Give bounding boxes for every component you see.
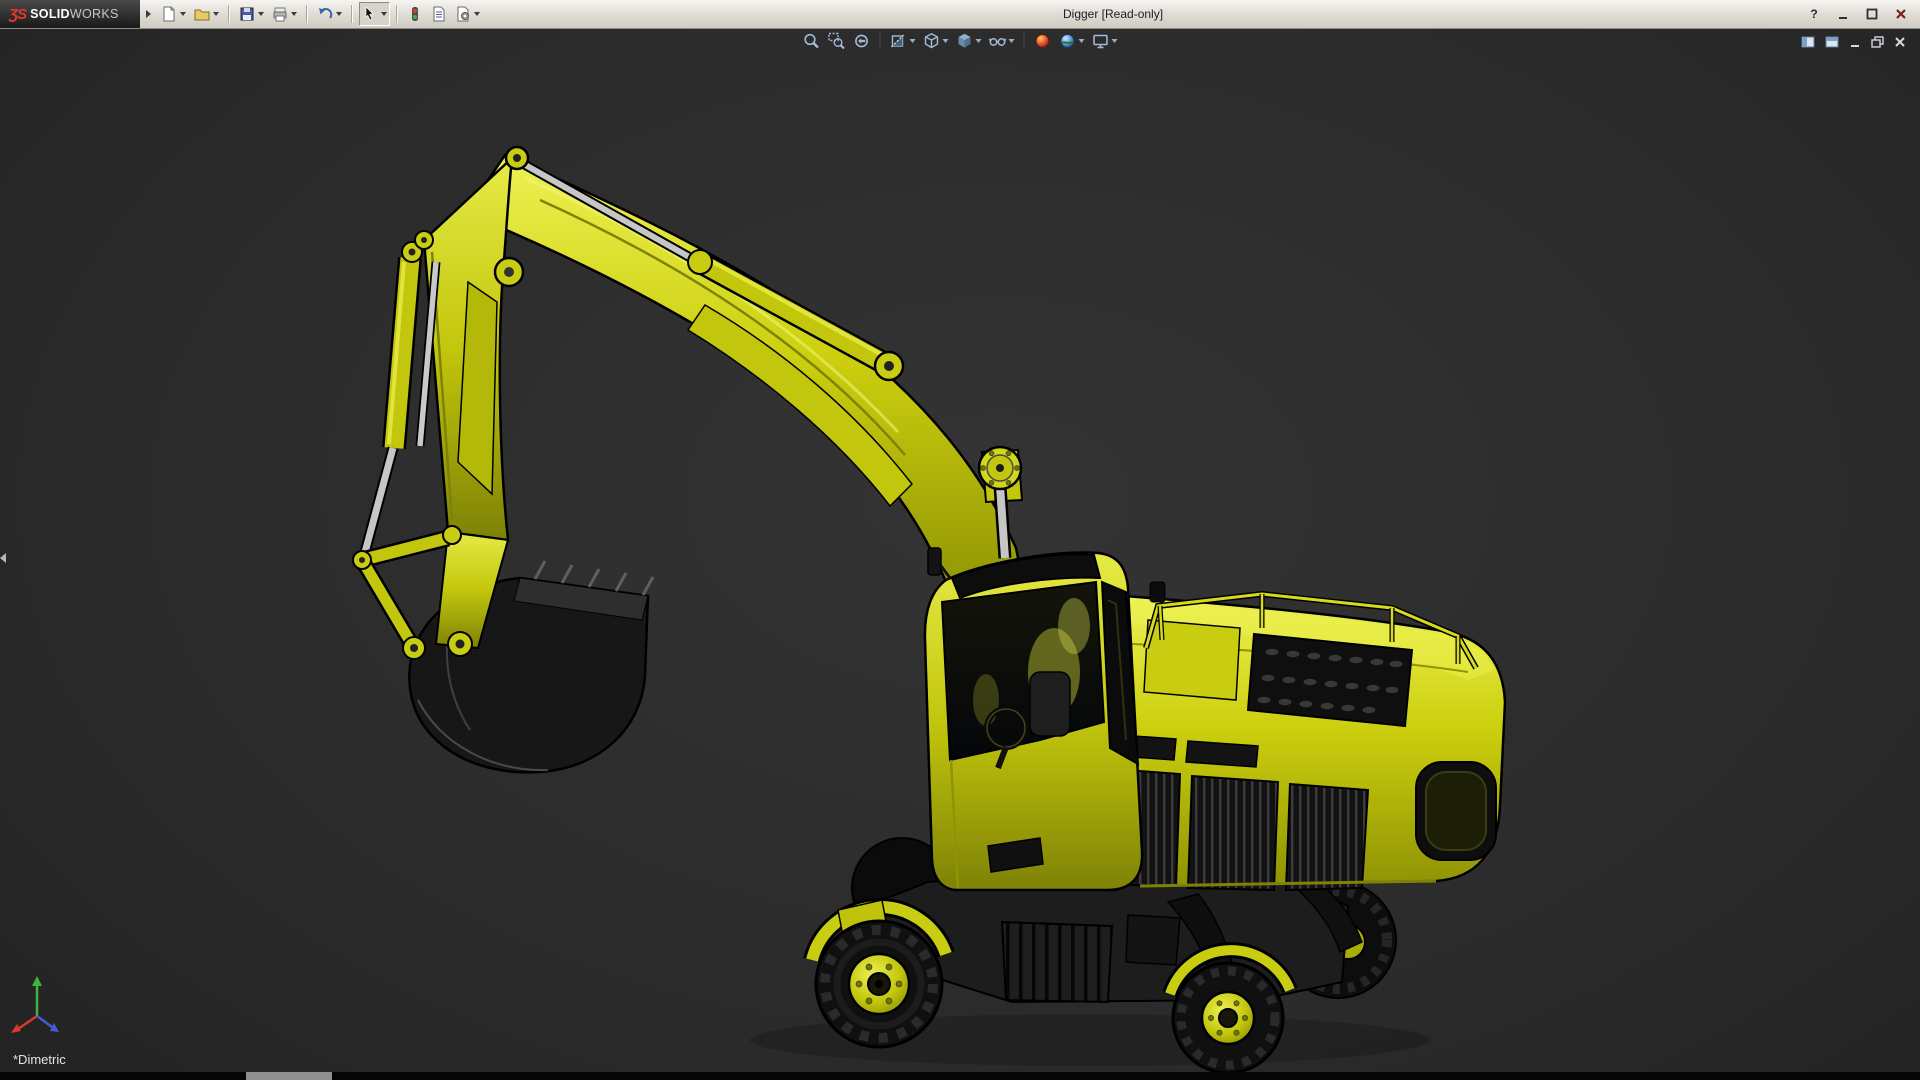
document-window-controls [1801,36,1906,48]
cab[interactable] [925,548,1142,890]
close-icon [1894,7,1908,21]
titlebar: ƷS SOLIDWORKS [0,0,1920,29]
dropdown-caret [258,12,264,16]
dropdown-caret [180,12,186,16]
edit-appearance-icon [1034,32,1052,50]
chevron-left-icon [0,553,6,563]
minimize-icon [1849,36,1861,48]
zoom-to-fit-icon [803,32,821,50]
minimize-icon [1836,7,1850,21]
edit-appearance-button[interactable] [1032,31,1054,51]
toolbar-separator [351,5,353,23]
solidworks-logo: ƷS SOLIDWORKS [0,0,140,28]
graphics-viewport[interactable]: *Dimetric [0,0,1920,1080]
help-button[interactable]: ? [1805,5,1823,23]
toolbar-separator [228,5,230,23]
close-icon [1894,36,1906,48]
select-cursor-icon [362,6,378,22]
status-strip-segment [246,1072,332,1080]
select-button[interactable] [359,2,390,26]
zoom-to-fit-button[interactable] [801,31,823,51]
undo-button[interactable] [314,2,345,26]
print-button[interactable] [269,2,300,26]
view-orientation-label: *Dimetric [13,1052,66,1067]
dropdown-caret [474,12,480,16]
maximize-button[interactable] [1863,5,1881,23]
section-view-button[interactable] [888,31,918,51]
pane-split-vertical-button[interactable] [1801,36,1815,48]
brand-text-light: WORKS [70,7,119,21]
toolbar-expand-chevron[interactable] [146,10,151,18]
dropdown-caret [213,12,219,16]
document-restore-button[interactable] [1871,36,1884,48]
boom-arm[interactable] [353,147,1024,659]
view-orientation-icon [923,32,941,50]
save-icon [239,6,255,22]
previous-view-button[interactable] [851,31,873,51]
display-style-button[interactable] [954,31,984,51]
hide-show-items-button[interactable] [987,31,1017,51]
dropdown-caret [1112,39,1118,43]
orientation-triad [4,972,76,1047]
apply-scene-button[interactable] [1057,31,1087,51]
zoom-to-area-button[interactable] [826,31,848,51]
window-controls: ? [1805,0,1910,28]
options-gear-icon [455,6,471,22]
options-button[interactable] [452,2,483,26]
toolbar-separator [306,5,308,23]
file-properties-button[interactable] [428,2,450,26]
pane-split-horizontal-icon [1825,36,1839,48]
headsup-separator [1024,33,1025,49]
dropdown-caret [1079,39,1085,43]
document-minimize-button[interactable] [1849,36,1861,48]
apply-scene-icon [1059,32,1077,50]
display-style-icon [956,32,974,50]
headsup-separator [880,33,881,49]
dropdown-caret [381,12,387,16]
standard-toolbar [158,2,483,26]
open-document-icon [194,6,210,22]
pane-split-vertical-icon [1801,36,1815,48]
rebuild-button[interactable] [404,2,426,26]
pane-split-horizontal-button[interactable] [1825,36,1839,48]
view-settings-icon [1092,32,1110,50]
dropdown-caret [1009,39,1015,43]
dropdown-caret [943,39,949,43]
previous-view-icon [853,32,871,50]
file-properties-icon [431,6,447,22]
dropdown-caret [336,12,342,16]
panel-collapse-arrow[interactable] [0,545,12,571]
toolbar-separator [396,5,398,23]
document-close-button[interactable] [1894,36,1906,48]
minimize-button[interactable] [1834,5,1852,23]
window-title: Digger [Read-only] [1063,0,1163,28]
zoom-to-area-icon [828,32,846,50]
engine-housing[interactable] [1096,582,1505,890]
status-strip [0,1072,1920,1080]
dropdown-caret [291,12,297,16]
print-icon [272,6,288,22]
rebuild-traffic-light-icon [407,6,423,22]
view-orientation-button[interactable] [921,31,951,51]
solidworks-logo-mark: ƷS [9,6,26,23]
hide-show-items-icon [989,32,1007,50]
restore-icon [1871,36,1884,48]
dropdown-caret [976,39,982,43]
open-document-button[interactable] [191,2,222,26]
new-document-icon [161,6,177,22]
save-button[interactable] [236,2,267,26]
headsup-toolbar [801,31,1120,51]
section-view-icon [890,32,908,50]
undo-icon [317,6,333,22]
new-document-button[interactable] [158,2,189,26]
digger-3d-model[interactable] [0,0,1920,1080]
brand-text-bold: SOLID [30,7,70,21]
maximize-icon [1865,7,1879,21]
solidworks-window: *Dimetric ƷS SOLIDWORKS [0,0,1920,1080]
dropdown-caret [910,39,916,43]
close-button[interactable] [1892,5,1910,23]
view-settings-button[interactable] [1090,31,1120,51]
